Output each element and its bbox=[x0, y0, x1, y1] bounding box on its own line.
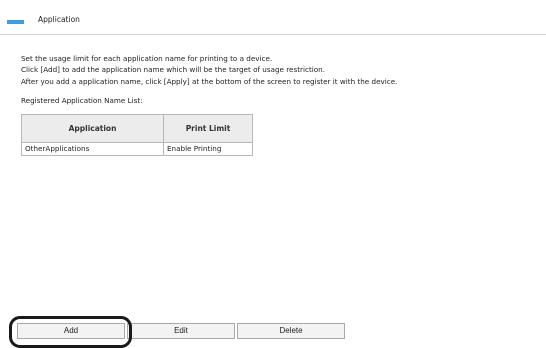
delete-button[interactable]: Delete bbox=[237, 323, 345, 339]
table-header-row: Application Print Limit bbox=[21, 114, 253, 143]
cell-application[interactable]: OtherApplications bbox=[21, 142, 164, 156]
list-label: Registered Application Name List: bbox=[21, 96, 143, 105]
section-header: Application bbox=[0, 10, 546, 35]
description-line-2: Click [Add] to add the application name … bbox=[21, 65, 326, 74]
add-button-highlight bbox=[9, 316, 132, 348]
column-header-print-limit: Print Limit bbox=[163, 114, 253, 143]
section-marker-icon bbox=[7, 20, 24, 24]
table-row[interactable]: OtherApplications Enable Printing bbox=[21, 142, 253, 156]
description-line-3: After you add a application name, click … bbox=[21, 77, 398, 86]
cell-print-limit[interactable]: Enable Printing bbox=[163, 142, 253, 156]
application-table: Application Print Limit OtherApplication… bbox=[21, 114, 253, 156]
section-title: Application bbox=[38, 15, 80, 24]
description-line-1: Set the usage limit for each application… bbox=[21, 54, 273, 63]
edit-button[interactable]: Edit bbox=[127, 323, 235, 339]
column-header-application: Application bbox=[21, 114, 164, 143]
